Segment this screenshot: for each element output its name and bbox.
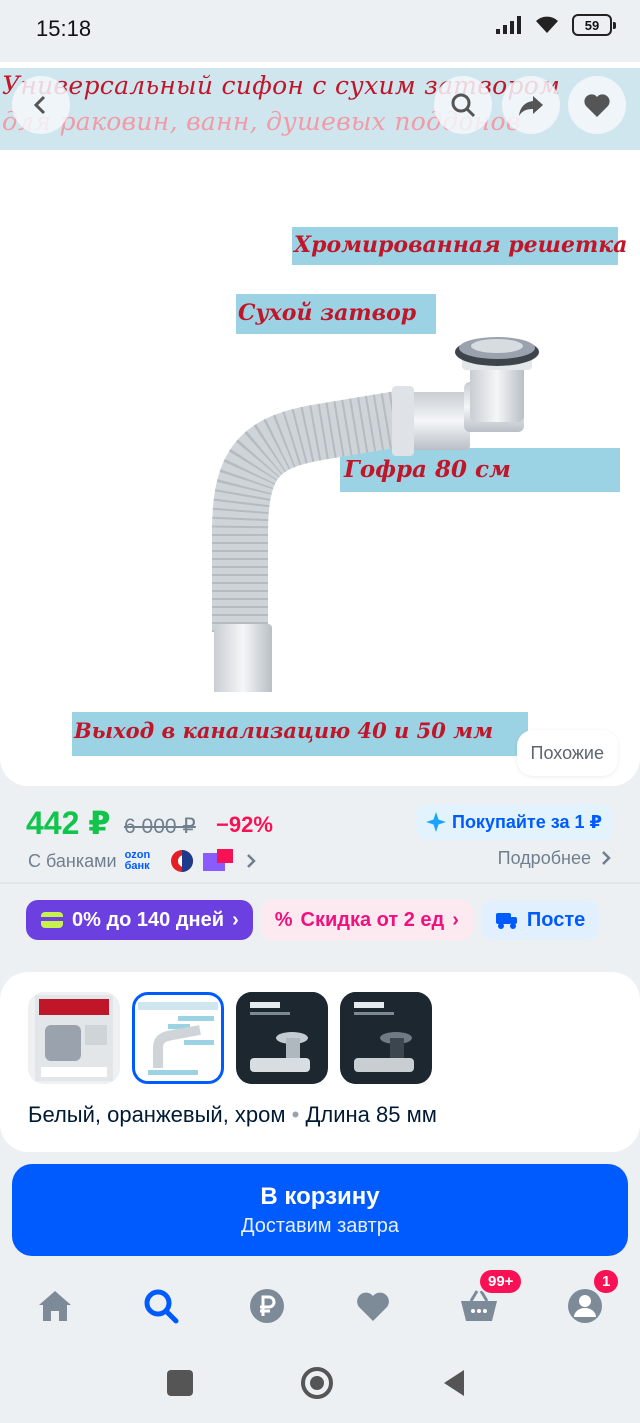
battery-icon: 59 (572, 14, 616, 36)
product-image-card[interactable]: Универсальный сифон с сухим затвором для… (0, 62, 640, 786)
delivery-chip[interactable]: Посте (480, 900, 600, 940)
ozon-bank-logo: ozon банк (124, 849, 151, 872)
search-button[interactable] (434, 76, 492, 134)
nav-favorites[interactable] (347, 1280, 399, 1332)
chevron-right-icon: › (452, 908, 459, 931)
bottom-navigation: 99+ 1 (0, 1266, 640, 1344)
promo-chips: 0% до 140 дней › % Скидка от 2 ед › Пост… (26, 900, 600, 940)
truck-icon (495, 913, 517, 929)
banks-row[interactable]: С банками ozon банк (28, 848, 257, 874)
variant-thumb-1-image (35, 995, 113, 1081)
discount-chip[interactable]: % Скидка от 2 ед › (260, 900, 473, 940)
heart-icon (584, 94, 610, 117)
variants-card: Белый, оранжевый, хром • Длина 85 мм (0, 972, 640, 1152)
current-price: 442 ₽ (26, 805, 111, 841)
variant-thumb-2-image (138, 998, 218, 1078)
variant-thumb-4[interactable] (340, 992, 432, 1084)
search-icon (144, 1289, 179, 1324)
bank-logo-squares-icon (202, 849, 233, 871)
share-button[interactable] (502, 76, 560, 134)
percent-icon: % (274, 908, 293, 931)
battery-level: 59 (584, 17, 600, 33)
buy-for-button[interactable]: Покупайте за 1 ₽ (416, 804, 612, 840)
nav-catalog[interactable] (135, 1280, 187, 1332)
back-button[interactable] (12, 76, 70, 134)
status-time: 15:18 (36, 16, 92, 41)
installments-chip[interactable]: 0% до 140 дней › (26, 900, 253, 940)
variant-thumb-1[interactable] (28, 992, 120, 1084)
status-bar: 15:18 59 (0, 0, 640, 58)
chevron-right-icon (246, 854, 256, 868)
nav-home[interactable] (29, 1280, 81, 1332)
back-system-button[interactable] (440, 1368, 468, 1398)
add-to-cart-button[interactable]: В корзину Доставим завтра (12, 1164, 628, 1256)
discount-chip-label: Скидка от 2 ед (300, 908, 445, 931)
discount-percent: −92% (216, 812, 273, 837)
banks-label: С банками (28, 850, 117, 871)
sparkle-icon (426, 812, 446, 832)
label-outlet: Выход в канализацию 40 и 50 мм (74, 718, 494, 743)
variant-thumb-3-image (242, 992, 322, 1084)
variant-thumb-2[interactable] (132, 992, 224, 1084)
buy-for-label: Покупайте за 1 ₽ (452, 811, 602, 832)
divider (0, 882, 640, 884)
variant-thumb-3[interactable] (236, 992, 328, 1084)
recent-apps-button[interactable] (167, 1370, 193, 1396)
more-link-label: Подробнее (497, 848, 591, 868)
card-icon (41, 912, 63, 928)
delivery-chip-label: Посте (526, 908, 586, 931)
variant-color: Белый, оранжевый, хром (28, 1102, 286, 1127)
separator-dot: • (291, 1102, 306, 1127)
cart-badge: 99+ (478, 1268, 524, 1295)
signal-icon (496, 16, 521, 34)
home-button[interactable] (300, 1366, 334, 1400)
wifi-icon (536, 16, 558, 33)
nav-finance[interactable] (241, 1280, 293, 1332)
variant-thumb-4-image (346, 992, 426, 1084)
chevron-right-icon (602, 851, 611, 865)
more-link[interactable]: Подробнее (498, 848, 612, 869)
bank-logo-icon (170, 850, 193, 872)
home-icon (39, 1291, 71, 1321)
share-icon (519, 96, 543, 116)
variant-length: Длина 85 мм (305, 1102, 437, 1127)
add-to-cart-label: В корзину (260, 1182, 380, 1210)
siphon-illustration (212, 337, 539, 692)
profile-badge: 1 (592, 1268, 621, 1295)
installments-label: 0% до 140 дней (72, 908, 225, 931)
heart-icon (357, 1292, 389, 1321)
search-icon (451, 93, 476, 118)
favorite-button[interactable] (568, 76, 626, 134)
ruble-icon (250, 1289, 284, 1323)
chevron-right-icon: › (232, 908, 239, 931)
chevron-left-icon (33, 95, 46, 115)
old-price: 6 000 ₽ (124, 815, 196, 838)
label-grate: Хромированная решетка (294, 232, 628, 258)
status-icons: 59 (496, 14, 616, 36)
similar-button[interactable]: Похожие (516, 730, 618, 776)
variant-description: Белый, оранжевый, хром • Длина 85 мм (28, 1102, 437, 1128)
delivery-estimate: Доставим завтра (241, 1214, 399, 1237)
variant-thumbnails (28, 992, 432, 1084)
system-navigation (0, 1350, 640, 1423)
